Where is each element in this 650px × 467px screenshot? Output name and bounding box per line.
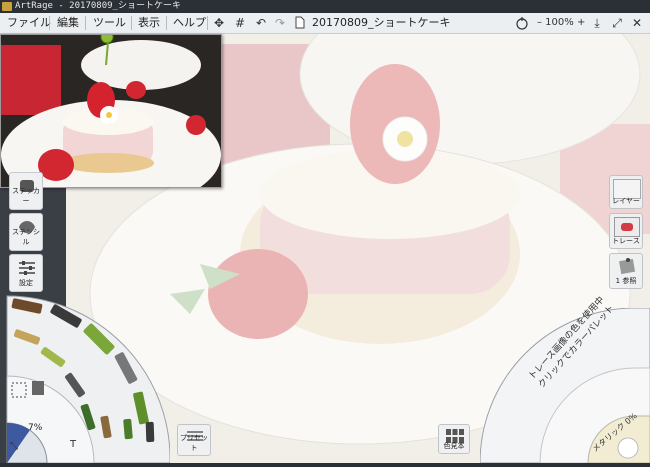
sticker-label: ステッカー [12,187,40,205]
window-title: ArtRage - 20170809_ショートケーキ [15,1,181,11]
menu-edit[interactable]: 編集 [52,13,84,33]
menu-view[interactable]: 表示 [133,13,165,33]
title-bar: ArtRage - 20170809_ショートケーキ [0,0,650,13]
trace-thumbnail [614,217,640,237]
layers-button[interactable]: レイヤー [609,175,643,209]
stencil-label: ステンシル [12,228,40,246]
transform-icon[interactable]: ✥ [212,16,226,30]
brush-size-readout: 7% [28,423,43,433]
presets-button[interactable]: プリセット [177,424,211,456]
close-icon[interactable]: ✕ [631,16,643,30]
zoom-control[interactable]: – 100% + [537,13,585,33]
grid-icon[interactable]: # [233,16,247,30]
download-icon[interactable]: ⤓ [591,16,603,30]
canvas-settings-icon[interactable] [514,16,530,30]
menu-file[interactable]: ファイル [2,13,56,33]
menu-divider [85,16,86,30]
reference-photo [1,35,221,187]
tool-picker[interactable]: T 7% ⤡ [0,293,171,464]
stencil-button[interactable]: ステンシル [9,213,43,251]
presets-label: プリセット [180,434,208,452]
menu-help[interactable]: ヘルプ [168,13,211,33]
menu-divider [49,16,50,30]
trace-label: トレース [612,237,640,245]
menu-divider [131,16,132,30]
sticker-button[interactable]: ステッカー [9,172,43,210]
settings-sliders-icon [19,261,35,275]
trace-button[interactable]: トレース [609,213,643,249]
swatches-label: 色見本 [443,442,465,450]
svg-text:T: T [69,439,77,450]
menu-tools[interactable]: ツール [88,13,131,33]
redo-icon[interactable]: ↷ [273,16,287,30]
document-icon [294,16,306,30]
settings-label: 設定 [19,279,33,287]
fullscreen-icon[interactable]: ⤢ [611,16,623,30]
reference-image-panel[interactable] [0,34,222,188]
menu-divider [207,16,208,30]
artrage-logo-icon [2,2,12,11]
settings-button[interactable]: 設定 [9,254,43,292]
color-picker[interactable]: トレース画像の色を使用中 クリックでカラーパレット メタリック 0% [479,295,650,464]
document-title: 20170809_ショートケーキ [312,16,451,29]
swatches-button[interactable]: 色見本 [438,424,470,454]
undo-icon[interactable]: ↶ [254,16,268,30]
menu-bar: ファイル 編集 ツール 表示 ヘルプ ✥ # ↶ ↷ 20170809_ショート… [0,13,650,34]
resize-handle-icon[interactable]: ⤡ [10,441,18,452]
menu-divider [166,16,167,30]
layers-label: レイヤー [612,197,640,205]
